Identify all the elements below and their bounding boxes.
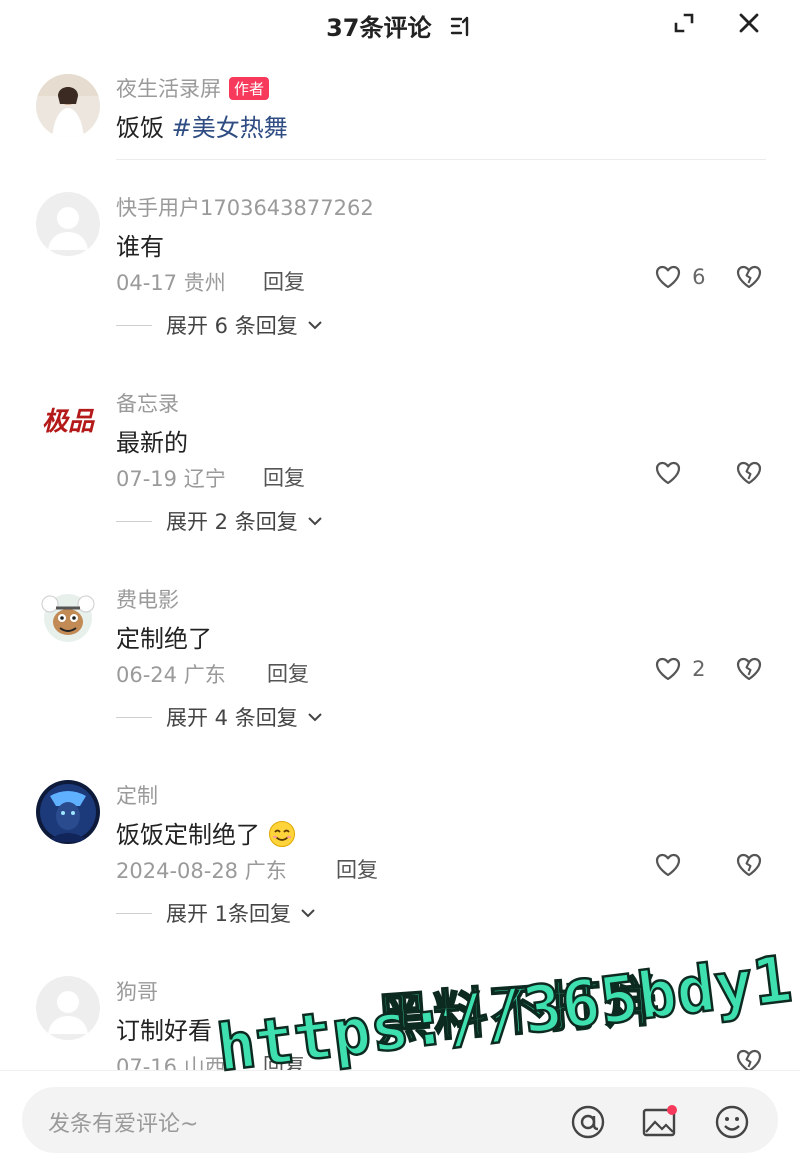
author-post: 夜生活录屏 作者 饭饭 #美女热舞 bbox=[0, 66, 800, 162]
comment-item: 快手用户1703643877262 谁有 04-17 贵州 回复 6 展开 6 … bbox=[0, 192, 800, 388]
comments-header: 37条评论 bbox=[0, 0, 800, 52]
broken-heart-icon bbox=[736, 657, 762, 681]
image-icon[interactable] bbox=[639, 1102, 679, 1142]
author-badge: 作者 bbox=[229, 77, 270, 100]
expand-replies-label: 展开 2 条回复 bbox=[166, 510, 298, 534]
reply-button[interactable]: 回复 bbox=[263, 266, 305, 296]
expand-replies-label: 展开 6 条回复 bbox=[166, 314, 298, 338]
expand-replies[interactable]: 展开 1条回复 bbox=[116, 897, 317, 929]
like-button[interactable] bbox=[653, 850, 687, 882]
comment-item: 极品 备忘录 最新的 07-19 辽宁 回复 展开 2 条回复 bbox=[0, 388, 800, 584]
broken-heart-icon bbox=[736, 461, 762, 485]
comment-count-title: 37条评论 bbox=[326, 14, 432, 42]
comment-text-content: 饭饭定制绝了 bbox=[116, 821, 260, 849]
comment-username[interactable]: 费电影 bbox=[116, 584, 179, 614]
chevron-down-icon bbox=[308, 321, 322, 330]
comment-input-placeholder: 发条有爱评论~ bbox=[48, 1112, 199, 1137]
expand-line bbox=[116, 716, 152, 718]
smiling-emoji-icon bbox=[268, 821, 295, 847]
expand-replies-label: 展开 1条回复 bbox=[166, 902, 292, 926]
comment-text: 饭饭定制绝了 bbox=[116, 815, 296, 850]
author-name[interactable]: 夜生活录屏 bbox=[116, 77, 221, 101]
like-button[interactable] bbox=[653, 458, 687, 490]
like-button[interactable]: 2 bbox=[653, 654, 705, 686]
comment-input-bar: 发条有爱评论~ bbox=[0, 1070, 800, 1158]
dislike-button[interactable] bbox=[734, 262, 764, 296]
comment-date-location: 07-19 辽宁 bbox=[116, 467, 226, 491]
chevron-down-icon bbox=[308, 713, 322, 722]
post-caption: 饭饭 #美女热舞 bbox=[116, 108, 288, 143]
expand-replies[interactable]: 展开 4 条回复 bbox=[116, 701, 324, 733]
dislike-button[interactable] bbox=[734, 458, 764, 492]
expand-replies[interactable]: 展开 2 条回复 bbox=[116, 505, 324, 537]
author-avatar[interactable] bbox=[36, 74, 100, 138]
calligraphy-avatar[interactable]: 极品 bbox=[36, 388, 100, 452]
comment-text: 最新的 bbox=[116, 429, 188, 457]
comment-item: 定制 饭饭定制绝了 2024-08-28 广东 回复 展开 1条回复 bbox=[0, 780, 800, 976]
expand-line bbox=[116, 520, 152, 522]
comment-item: 费电影 定制绝了 06-24 广东 回复 2 展开 4 条回复 bbox=[0, 584, 800, 780]
heart-icon bbox=[655, 265, 681, 289]
comment-text: 定制绝了 bbox=[116, 625, 212, 653]
broken-heart-icon bbox=[736, 853, 762, 877]
comment-date-location: 07-16 山西 bbox=[116, 1055, 226, 1070]
post-divider bbox=[116, 159, 766, 160]
comment-date-location: 2024-08-28 广东 bbox=[116, 859, 287, 883]
broken-heart-icon bbox=[736, 265, 762, 289]
comment-text: 订制好看 bbox=[116, 1017, 212, 1045]
default-avatar[interactable] bbox=[36, 192, 100, 256]
fullscreen-icon[interactable] bbox=[667, 6, 701, 40]
avatar-text: 极品 bbox=[42, 407, 95, 437]
comment-date-location: 04-17 贵州 bbox=[116, 271, 226, 295]
heart-icon bbox=[655, 461, 681, 485]
heart-icon bbox=[655, 657, 681, 681]
post-hashtag[interactable]: #美女热舞 bbox=[172, 114, 288, 142]
dislike-button[interactable] bbox=[734, 1046, 764, 1070]
comment-username[interactable]: 狗哥 bbox=[116, 976, 158, 1006]
dislike-button[interactable] bbox=[734, 850, 764, 884]
like-count: 6 bbox=[692, 265, 706, 289]
like-button[interactable]: 6 bbox=[653, 262, 705, 294]
reply-button[interactable]: 回复 bbox=[263, 462, 305, 492]
expand-replies-label: 展开 4 条回复 bbox=[166, 706, 298, 730]
blue-warrior-avatar[interactable] bbox=[36, 780, 100, 844]
like-count: 2 bbox=[692, 657, 706, 681]
post-text: 饭饭 bbox=[116, 114, 164, 142]
expand-line bbox=[116, 912, 152, 914]
comment-date-location: 06-24 广东 bbox=[116, 663, 226, 687]
sort-icon[interactable] bbox=[450, 15, 474, 43]
at-mention-icon[interactable] bbox=[568, 1102, 608, 1142]
broken-heart-icon bbox=[736, 1049, 762, 1070]
comment-username[interactable]: 定制 bbox=[116, 780, 158, 810]
comment-text: 谁有 bbox=[116, 233, 164, 261]
expand-replies[interactable]: 展开 6 条回复 bbox=[116, 309, 324, 341]
chevron-down-icon bbox=[308, 517, 322, 526]
default-avatar[interactable] bbox=[36, 976, 100, 1040]
close-icon[interactable] bbox=[732, 6, 766, 40]
comment-input[interactable]: 发条有爱评论~ bbox=[22, 1087, 778, 1153]
reply-button[interactable]: 回复 bbox=[267, 658, 309, 688]
cartoon-sheep-avatar[interactable] bbox=[36, 584, 100, 648]
heart-icon bbox=[655, 853, 681, 877]
emoji-icon[interactable] bbox=[712, 1102, 752, 1142]
comment-username[interactable]: 备忘录 bbox=[116, 388, 179, 418]
reply-button[interactable]: 回复 bbox=[336, 854, 378, 884]
expand-line bbox=[116, 324, 152, 326]
comment-username[interactable]: 快手用户1703643877262 bbox=[116, 192, 374, 222]
chevron-down-icon bbox=[301, 909, 315, 918]
dislike-button[interactable] bbox=[734, 654, 764, 688]
